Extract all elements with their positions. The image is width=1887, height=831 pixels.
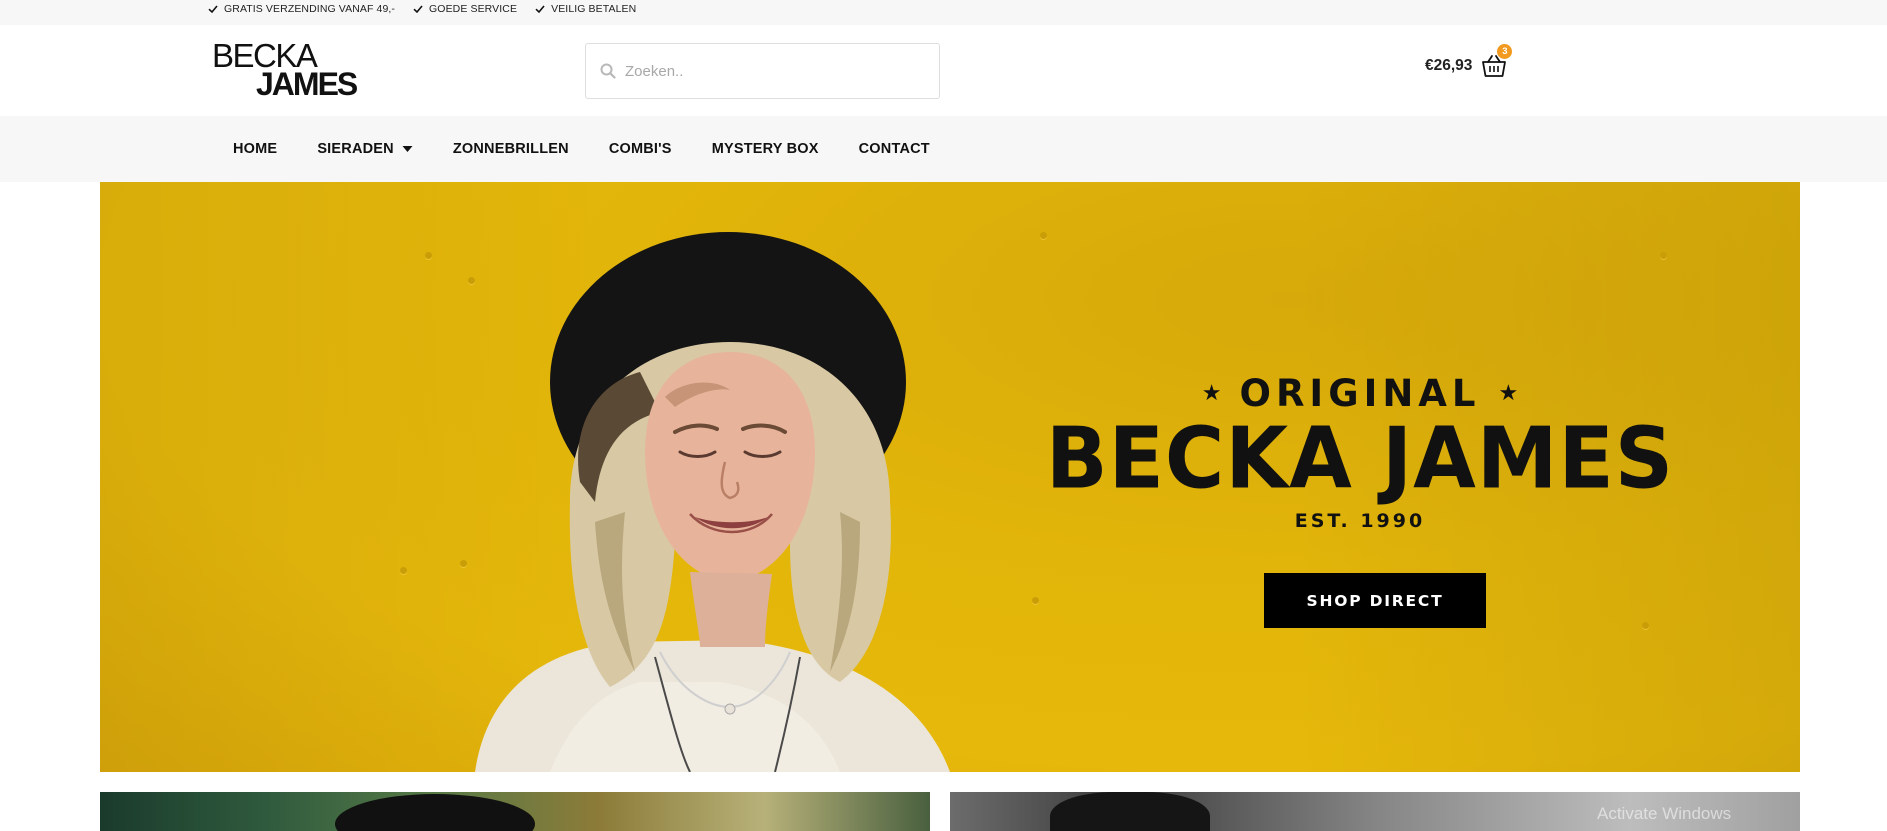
cart-total[interactable]: €26,93	[1425, 57, 1472, 75]
nav-label: HOME	[233, 141, 278, 157]
tile-photo-hat	[335, 794, 535, 831]
star-icon: ★	[1498, 381, 1519, 406]
cart-icon-wrap[interactable]: 3	[1480, 44, 1513, 80]
tile-photo-hair	[1050, 792, 1210, 831]
nav-label: SIERADEN	[317, 141, 394, 157]
cart-count-badge: 3	[1497, 44, 1513, 59]
usp-item-payment: VEILIG BETALEN	[535, 3, 636, 15]
site-logo[interactable]: BECKA JAMES	[212, 39, 372, 101]
usp-label: GOEDE SERVICE	[429, 2, 518, 15]
promo-tile-left[interactable]	[100, 792, 930, 831]
check-icon	[413, 4, 423, 13]
nav-item-sieraden[interactable]: SIERADEN	[297, 141, 433, 157]
main-navigation: HOME SIERADEN ZONNEBRILLEN COMBI'S MYSTE…	[0, 116, 1887, 182]
usp-item-service: GOEDE SERVICE	[413, 3, 517, 15]
nav-item-home[interactable]: HOME	[213, 141, 297, 157]
nav-label: MYSTERY BOX	[711, 141, 819, 157]
hero-banner[interactable]: ★ ORIGINAL ★ BECKA JAMES EST. 1990 SHOP …	[100, 182, 1800, 772]
usp-label: VEILIG BETALEN	[551, 2, 637, 15]
nav-menu: HOME SIERADEN ZONNEBRILLEN COMBI'S MYSTE…	[213, 116, 950, 182]
search-box	[585, 43, 940, 99]
nav-item-mystery-box[interactable]: MYSTERY BOX	[692, 141, 839, 157]
nav-label: ZONNEBRILLEN	[452, 141, 569, 157]
brand-established: EST. 1990	[1294, 510, 1426, 532]
logo-text-bottom: JAMES	[256, 66, 358, 102]
nav-item-contact[interactable]: CONTACT	[839, 141, 950, 157]
site-header: BECKA JAMES €26,93 3	[0, 25, 1887, 116]
windows-activation-watermark: Activate Windows	[1597, 804, 1732, 823]
mini-cart[interactable]: €26,93 3	[1425, 44, 1513, 80]
brand-original-text: ORIGINAL	[1239, 372, 1481, 415]
search-input[interactable]	[625, 62, 915, 80]
nav-label: COMBI'S	[608, 141, 672, 157]
brand-original-line: ★ ORIGINAL ★	[1030, 372, 1690, 415]
brand-name: BECKA JAMES	[1045, 409, 1675, 509]
shop-direct-button[interactable]: SHOP DIRECT	[1264, 573, 1486, 628]
check-icon	[535, 4, 545, 13]
usp-label: GRATIS VERZENDING VANAF 49,-	[224, 2, 396, 15]
caret-down-icon	[402, 146, 413, 152]
brand-mark: ★ ORIGINAL ★ BECKA JAMES EST. 1990	[1030, 372, 1690, 532]
nav-item-zonnebrillen[interactable]: ZONNEBRILLEN	[433, 141, 589, 157]
usp-item-shipping: GRATIS VERZENDING VANAF 49,-	[208, 3, 395, 15]
search-icon[interactable]	[600, 63, 616, 79]
star-icon: ★	[1201, 381, 1222, 406]
usp-list: GRATIS VERZENDING VANAF 49,- GOEDE SERVI…	[208, 0, 636, 17]
nav-label: CONTACT	[858, 141, 930, 157]
nav-item-combis[interactable]: COMBI'S	[589, 141, 692, 157]
top-info-bar: GRATIS VERZENDING VANAF 49,- GOEDE SERVI…	[0, 0, 1887, 25]
check-icon	[208, 4, 218, 13]
